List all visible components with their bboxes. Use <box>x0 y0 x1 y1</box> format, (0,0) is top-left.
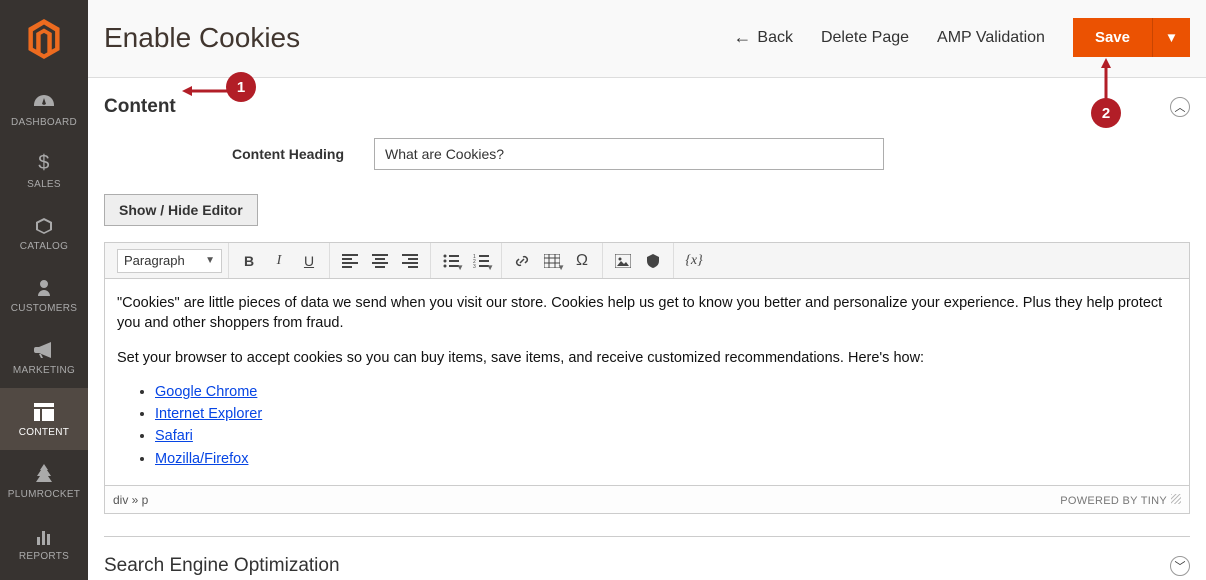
sidebar-item-plumrocket[interactable]: PLUMROCKET <box>0 450 88 512</box>
save-dropdown-button[interactable]: ▼ <box>1152 18 1190 57</box>
callout-arrow-1 <box>182 86 228 96</box>
amp-label: AMP Validation <box>937 29 1045 47</box>
list-item: Google Chrome <box>155 382 1177 402</box>
callout-badge-2: 2 <box>1091 98 1121 128</box>
nav-label: PLUMROCKET <box>8 489 80 500</box>
callout-arrow-2 <box>1101 58 1111 100</box>
collapse-toggle[interactable]: ︿ <box>1170 97 1190 117</box>
number-list-button[interactable]: 123▼ <box>467 247 495 275</box>
sidebar-item-sales[interactable]: $ SALES <box>0 140 88 202</box>
dollar-icon: $ <box>38 153 49 175</box>
list-item: Safari <box>155 426 1177 446</box>
show-hide-editor-button[interactable]: Show / Hide Editor <box>104 194 258 226</box>
callout-badge-1: 1 <box>226 72 256 102</box>
bars-icon <box>35 525 53 547</box>
section-header: Content ︿ <box>104 96 1190 118</box>
resize-grip[interactable] <box>1171 494 1181 504</box>
editor-content-area[interactable]: "Cookies" are little pieces of data we s… <box>105 279 1189 485</box>
underline-button[interactable]: U <box>295 247 323 275</box>
editor-paragraph: "Cookies" are little pieces of data we s… <box>117 293 1177 334</box>
nav-label: MARKETING <box>13 365 75 376</box>
format-select[interactable]: Paragraph ▼ <box>117 249 222 273</box>
powered-by-link[interactable]: POWERED BY TINY <box>1060 495 1167 507</box>
caret-down-icon: ▼ <box>486 263 494 272</box>
person-icon <box>36 277 52 299</box>
arrow-left-icon: ← <box>733 27 751 48</box>
content-heading-field: Content Heading <box>104 138 1190 170</box>
browser-link-ie[interactable]: Internet Explorer <box>155 406 262 422</box>
admin-sidebar: DASHBOARD $ SALES CATALOG CUSTOMERS MARK… <box>0 0 88 580</box>
caret-down-icon: ▼ <box>1165 30 1178 45</box>
expand-toggle[interactable]: ﹀ <box>1170 556 1190 576</box>
nav-label: DASHBOARD <box>11 117 77 128</box>
seo-title: Search Engine Optimization <box>104 555 340 577</box>
nav-label: SALES <box>27 179 61 190</box>
box-icon <box>34 215 54 237</box>
editor-list: Google Chrome Internet Explorer Safari M… <box>117 382 1177 469</box>
caret-down-icon: ▼ <box>456 263 464 272</box>
sidebar-item-customers[interactable]: CUSTOMERS <box>0 264 88 326</box>
section-title: Content <box>104 96 176 118</box>
nav-label: CATALOG <box>20 241 68 252</box>
content-heading-label: Content Heading <box>104 146 374 162</box>
image-button[interactable] <box>609 247 637 275</box>
delete-page-button[interactable]: Delete Page <box>821 29 909 47</box>
link-button[interactable] <box>508 247 536 275</box>
table-button[interactable]: ▼ <box>538 247 566 275</box>
seo-section-header[interactable]: Search Engine Optimization ﹀ <box>104 536 1190 580</box>
delete-label: Delete Page <box>821 29 909 47</box>
italic-button[interactable]: I <box>265 247 293 275</box>
browser-link-safari[interactable]: Safari <box>155 428 193 444</box>
sidebar-item-content[interactable]: CONTENT <box>0 388 88 450</box>
header-actions: ← Back Delete Page AMP Validation Save ▼ <box>733 18 1190 57</box>
dashboard-icon <box>33 91 55 113</box>
format-label: Paragraph <box>124 253 185 268</box>
list-item: Internet Explorer <box>155 404 1177 424</box>
chevron-up-icon: ︿ <box>1175 99 1186 115</box>
element-path[interactable]: div » p <box>113 493 148 507</box>
editor-paragraph: Set your browser to accept cookies so yo… <box>117 348 1177 368</box>
special-char-button[interactable]: Ω <box>568 247 596 275</box>
content-section: 1 2 Content ︿ Content Heading Show / Hid… <box>88 78 1206 580</box>
tree-icon <box>35 463 53 485</box>
amp-validation-button[interactable]: AMP Validation <box>937 29 1045 47</box>
align-right-button[interactable] <box>396 247 424 275</box>
content-heading-input[interactable] <box>374 138 884 170</box>
magento-logo[interactable] <box>0 0 88 78</box>
nav-label: CUSTOMERS <box>11 303 77 314</box>
widget-button[interactable] <box>639 247 667 275</box>
save-button[interactable]: Save <box>1073 18 1152 57</box>
browser-link-chrome[interactable]: Google Chrome <box>155 384 257 400</box>
sidebar-item-catalog[interactable]: CATALOG <box>0 202 88 264</box>
wysiwyg-editor: Paragraph▼ B I U ▼ 123▼ <box>104 242 1190 514</box>
list-item: Mozilla/Firefox <box>155 449 1177 469</box>
megaphone-icon <box>34 339 54 361</box>
back-button[interactable]: ← Back <box>733 27 793 48</box>
sidebar-item-marketing[interactable]: MARKETING <box>0 326 88 388</box>
variable-button[interactable]: {x} <box>680 247 708 275</box>
bold-button[interactable]: B <box>235 247 263 275</box>
bullet-list-button[interactable]: ▼ <box>437 247 465 275</box>
svg-text:3: 3 <box>473 264 476 268</box>
save-button-group: Save ▼ <box>1073 18 1190 57</box>
chevron-down-icon: ﹀ <box>1175 558 1186 574</box>
page-header: Enable Cookies ← Back Delete Page AMP Val… <box>88 0 1206 78</box>
browser-link-firefox[interactable]: Mozilla/Firefox <box>155 451 248 467</box>
editor-footer: div » p POWERED BY TINY <box>105 485 1189 513</box>
nav-label: REPORTS <box>19 551 69 562</box>
editor-toolbar: Paragraph▼ B I U ▼ 123▼ <box>105 243 1189 279</box>
caret-down-icon: ▼ <box>557 263 565 272</box>
align-center-button[interactable] <box>366 247 394 275</box>
back-label: Back <box>757 29 793 47</box>
main-panel: Enable Cookies ← Back Delete Page AMP Val… <box>88 0 1206 580</box>
sidebar-item-dashboard[interactable]: DASHBOARD <box>0 78 88 140</box>
nav-label: CONTENT <box>19 427 69 438</box>
page-title: Enable Cookies <box>104 22 300 54</box>
sidebar-item-reports[interactable]: REPORTS <box>0 512 88 574</box>
layout-icon <box>34 401 54 423</box>
align-left-button[interactable] <box>336 247 364 275</box>
caret-down-icon: ▼ <box>205 255 215 266</box>
